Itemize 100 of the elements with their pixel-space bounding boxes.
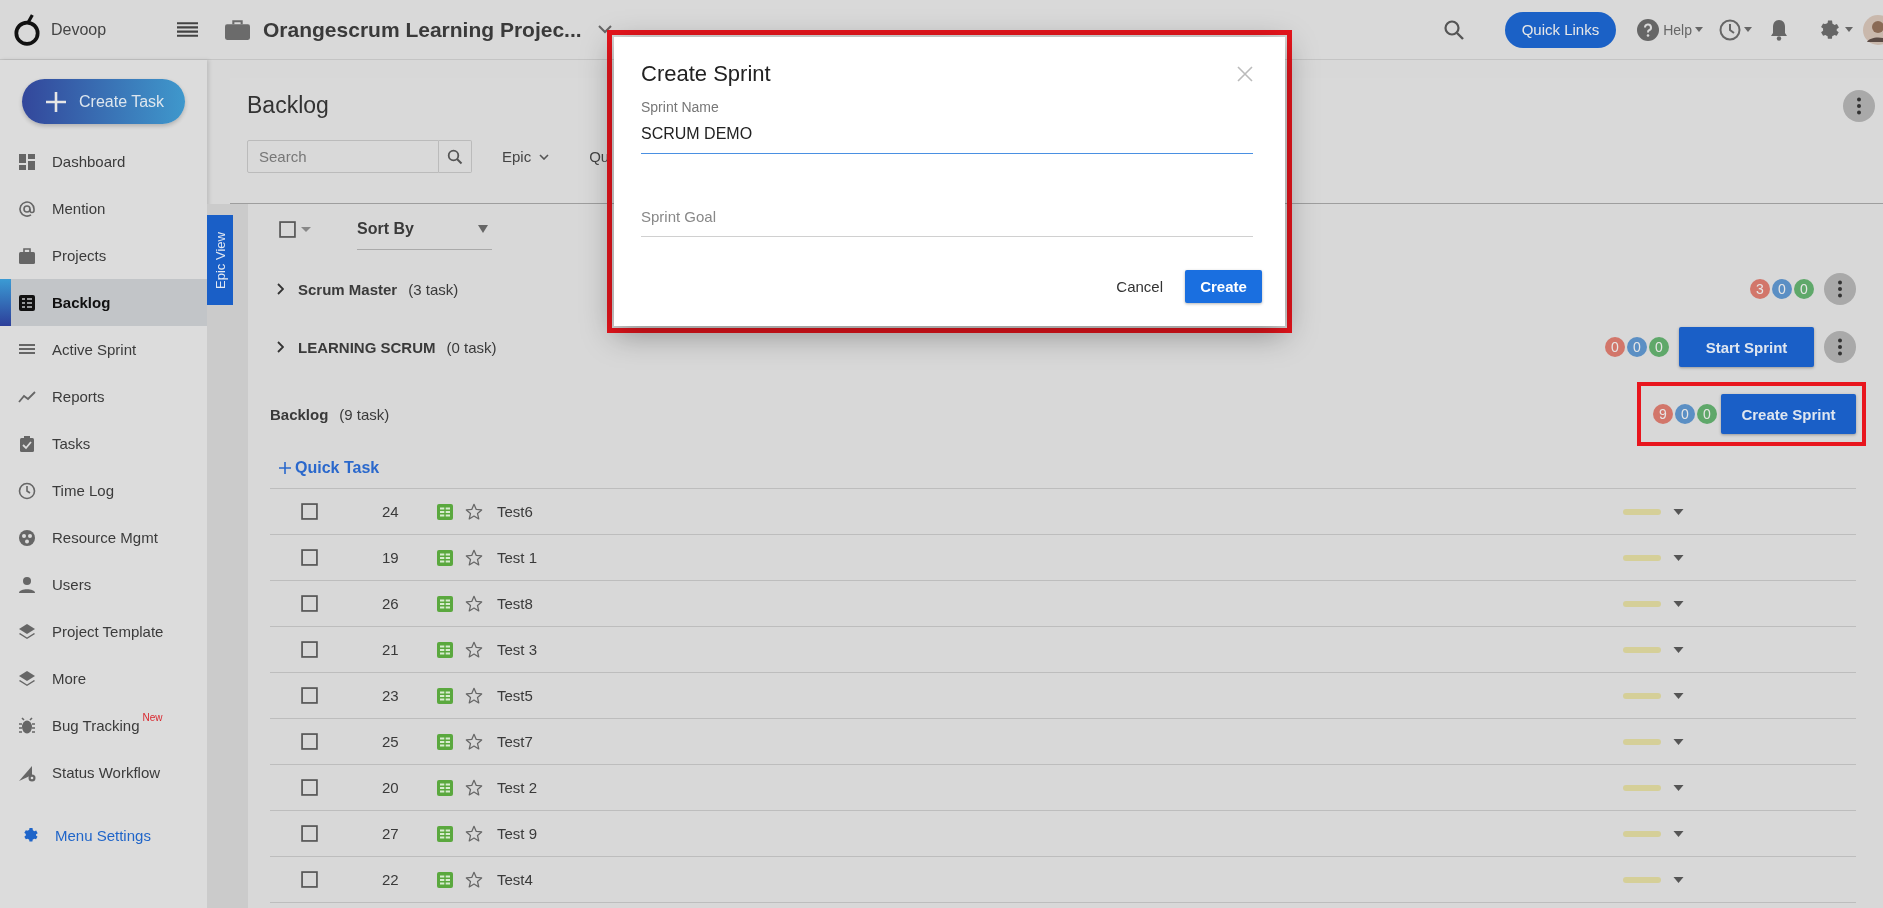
task-title[interactable]: Test5	[497, 687, 533, 704]
task-type-icon	[437, 641, 453, 658]
chevron-right-icon[interactable]	[277, 341, 284, 353]
clock-icon[interactable]	[1719, 18, 1741, 41]
settings-icon	[22, 826, 40, 844]
sidebar-item[interactable]: Reports	[0, 373, 207, 420]
checkbox[interactable]	[301, 733, 318, 750]
star-icon[interactable]	[465, 870, 483, 889]
sprint-action-button[interactable]: Create Sprint	[1721, 394, 1856, 434]
star-icon[interactable]	[465, 686, 483, 705]
sidebar-item[interactable]: Active Sprint	[0, 326, 207, 373]
more-icon[interactable]	[1824, 273, 1856, 305]
sidebar-item[interactable]: Project Template	[0, 608, 207, 655]
caret-icon[interactable]	[1695, 27, 1703, 32]
logo-icon	[13, 13, 41, 46]
chevron-down-icon[interactable]	[597, 25, 612, 34]
dashboard-icon	[18, 152, 36, 171]
checkbox[interactable]	[301, 687, 318, 704]
caret-icon[interactable]	[1673, 646, 1684, 653]
sidebar-item[interactable]: Dashboard	[0, 138, 207, 185]
create-button[interactable]: Create	[1185, 270, 1262, 303]
select-all-checkbox[interactable]	[279, 220, 296, 238]
caret-icon[interactable]	[301, 226, 311, 232]
star-icon[interactable]	[465, 778, 483, 797]
create-task-button[interactable]: Create Task	[22, 79, 185, 124]
star-icon[interactable]	[465, 548, 483, 567]
count-badge: 0	[1675, 404, 1695, 424]
sidebar-item[interactable]: Time Log	[0, 467, 207, 514]
caret-icon[interactable]	[1673, 738, 1684, 745]
sidebar-item[interactable]: Backlog	[0, 279, 207, 326]
sidebar-item[interactable]: Projects	[0, 232, 207, 279]
checkbox[interactable]	[301, 825, 318, 842]
sort-by-dropdown[interactable]: Sort By	[357, 208, 492, 250]
task-title[interactable]: Test7	[497, 733, 533, 750]
caret-icon[interactable]	[1673, 876, 1684, 883]
sidebar-item[interactable]: More	[0, 655, 207, 702]
sidebar-item[interactable]: Tasks	[0, 420, 207, 467]
help-icon[interactable]	[1637, 18, 1660, 41]
caret-icon[interactable]	[1673, 784, 1684, 791]
checkbox[interactable]	[301, 595, 318, 612]
menu-icon[interactable]	[177, 22, 198, 37]
sidebar-item[interactable]: Resource Mgmt	[0, 514, 207, 561]
sidebar-item[interactable]: Mention	[0, 185, 207, 232]
search-icon[interactable]	[1442, 18, 1465, 41]
count-badge: 0	[1649, 337, 1669, 357]
cancel-button[interactable]: Cancel	[1116, 278, 1163, 295]
star-icon[interactable]	[465, 640, 483, 659]
task-count: (9 task)	[339, 405, 390, 423]
status-pill	[1623, 784, 1661, 791]
more-icon[interactable]	[1824, 331, 1856, 363]
bell-icon[interactable]	[1768, 18, 1790, 41]
star-icon[interactable]	[465, 594, 483, 613]
count-badge: 3	[1750, 279, 1770, 299]
sidebar-item[interactable]: Bug Tracking $^{New}$	[0, 702, 207, 749]
epic-view-tab[interactable]: Epic View	[207, 215, 233, 305]
sprint-action-button[interactable]: Start Sprint	[1679, 327, 1814, 367]
task-id: 27	[382, 825, 400, 842]
task-id: 26	[382, 595, 400, 612]
caret-icon[interactable]	[1673, 554, 1684, 561]
task-title[interactable]: Test 9	[497, 825, 538, 842]
task-id: 23	[382, 687, 400, 704]
checkbox[interactable]	[301, 871, 318, 888]
chevron-right-icon[interactable]	[277, 283, 284, 295]
input-field[interactable]: SCRUM DEMO	[641, 115, 1253, 154]
task-title[interactable]: Test4	[497, 871, 533, 888]
input-field[interactable]: Sprint Goal	[641, 198, 1253, 237]
new-label: New	[142, 712, 163, 723]
quick-links-button[interactable]: Quick Links	[1504, 11, 1617, 48]
more-icon[interactable]	[1843, 89, 1875, 122]
task-title[interactable]: Test8	[497, 595, 533, 612]
star-icon[interactable]	[465, 824, 483, 843]
count-badge: 0	[1772, 279, 1792, 299]
star-icon[interactable]	[465, 732, 483, 751]
caret-icon[interactable]	[1673, 600, 1684, 607]
sprint-name: LEARNING SCRUM	[298, 338, 436, 356]
checkbox[interactable]	[301, 779, 318, 796]
task-title[interactable]: Test 2	[497, 779, 538, 796]
caret-icon[interactable]	[1744, 27, 1752, 32]
checkbox[interactable]	[301, 503, 318, 520]
sidebar-item[interactable]: Status Workflow	[0, 749, 207, 796]
star-icon[interactable]	[465, 502, 483, 521]
checkbox[interactable]	[301, 641, 318, 658]
search-field[interactable]: Search	[247, 140, 439, 173]
help-menu[interactable]: Help	[1663, 21, 1692, 38]
checkbox[interactable]	[301, 549, 318, 566]
status-pill	[1623, 876, 1661, 883]
caret-icon[interactable]	[1845, 27, 1853, 32]
caret-icon[interactable]	[1673, 692, 1684, 699]
quick-task-link[interactable]: Quick Task	[270, 448, 1856, 488]
task-title[interactable]: Test 3	[497, 641, 538, 658]
menu-settings-link[interactable]: Menu Settings	[22, 826, 207, 844]
caret-icon[interactable]	[1673, 508, 1684, 515]
caret-icon[interactable]	[1673, 830, 1684, 837]
project-title[interactable]: Orangescrum Learning Projec...	[263, 17, 582, 42]
task-title[interactable]: Test6	[497, 503, 533, 520]
filter-dropdown[interactable]: Epic	[502, 148, 550, 165]
sidebar-item[interactable]: Users	[0, 561, 207, 608]
task-id: 21	[382, 641, 400, 658]
task-title[interactable]: Test 1	[497, 549, 538, 566]
search-button[interactable]	[439, 140, 472, 173]
